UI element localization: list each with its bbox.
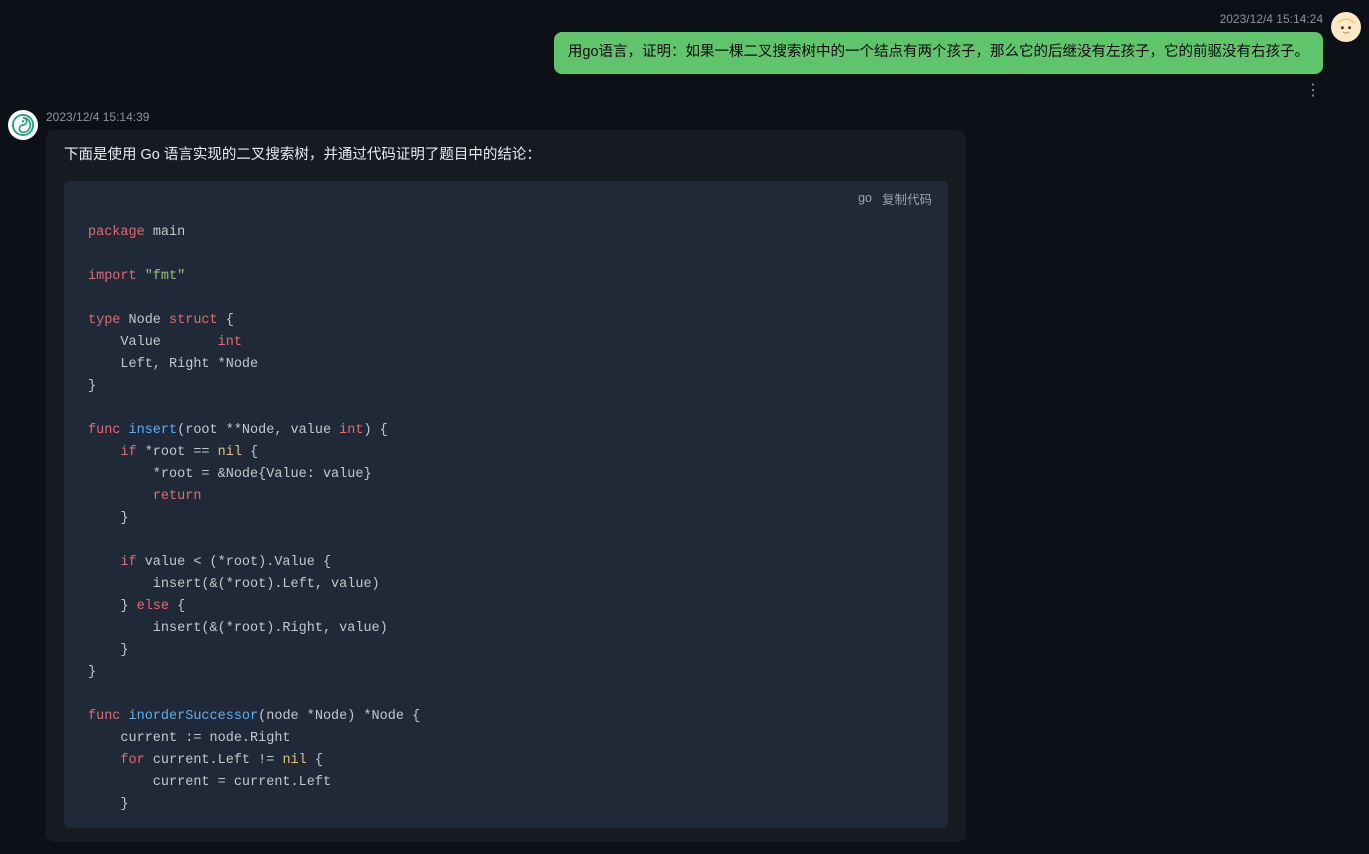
copy-code-button[interactable]: 复制代码	[882, 189, 932, 208]
user-timestamp: 2023/12/4 15:14:24	[1220, 12, 1323, 26]
code-token: return	[153, 489, 202, 504]
message-actions-row: ⋮	[0, 74, 1369, 106]
assistant-message-bubble: 下面是使用 Go 语言实现的二叉搜索树，并通过代码证明了题目中的结论： go 复…	[46, 130, 966, 842]
more-vertical-icon[interactable]: ⋮	[1305, 80, 1321, 100]
code-token: package	[88, 225, 145, 240]
ai-logo-icon	[12, 114, 34, 136]
code-token: }	[88, 599, 137, 614]
boy-face-icon	[1333, 14, 1359, 40]
assistant-avatar[interactable]	[8, 110, 38, 140]
code-token: Value	[88, 335, 218, 350]
assistant-message-column: 2023/12/4 15:14:39 下面是使用 Go 语言实现的二叉搜索树，并…	[46, 110, 1361, 842]
code-token: import	[88, 269, 137, 284]
code-token: ) {	[363, 423, 387, 438]
user-avatar[interactable]	[1331, 12, 1361, 42]
code-token: }	[88, 665, 96, 680]
code-token: value < (*root).Value {	[137, 555, 331, 570]
code-language-label: go	[858, 191, 872, 205]
code-token: current := node.Right	[88, 731, 291, 746]
code-token: insert	[120, 423, 177, 438]
code-token: (node *Node) *Node {	[258, 709, 420, 724]
chat-container: 2023/12/4 15:14:24 用go语言，证明：如果一棵二叉搜索树中的一…	[0, 0, 1369, 854]
code-token: int	[218, 335, 242, 350]
code-token: if	[88, 555, 137, 570]
code-block: go 复制代码 package main import "fmt" type N…	[64, 181, 948, 828]
code-token: current = current.Left	[88, 775, 331, 790]
code-token: {	[307, 753, 323, 768]
user-message-row: 2023/12/4 15:14:24 用go语言，证明：如果一棵二叉搜索树中的一…	[0, 8, 1369, 74]
user-message-bubble: 用go语言，证明：如果一棵二叉搜索树中的一个结点有两个孩子，那么它的后继没有左孩…	[554, 32, 1323, 74]
assistant-intro-text: 下面是使用 Go 语言实现的二叉搜索树，并通过代码证明了题目中的结论：	[64, 144, 948, 167]
code-token: else	[137, 599, 169, 614]
code-token: *root ==	[137, 445, 218, 460]
code-token: func	[88, 423, 120, 438]
code-token: }	[88, 511, 129, 526]
code-token: "fmt"	[137, 269, 186, 284]
code-token: struct	[169, 313, 218, 328]
code-token: func	[88, 709, 120, 724]
code-token: if	[88, 445, 137, 460]
code-body[interactable]: package main import "fmt" type Node stru…	[64, 216, 948, 828]
code-token: }	[88, 379, 96, 394]
code-token	[88, 489, 153, 504]
assistant-timestamp: 2023/12/4 15:14:39	[46, 110, 149, 124]
code-token: int	[339, 423, 363, 438]
code-token: Node	[120, 313, 169, 328]
code-token: {	[242, 445, 258, 460]
code-header: go 复制代码	[64, 181, 948, 216]
code-token: Left, Right *Node	[88, 357, 258, 372]
code-token: type	[88, 313, 120, 328]
code-token: nil	[282, 753, 306, 768]
code-token: {	[169, 599, 185, 614]
code-token: nil	[218, 445, 242, 460]
code-token: {	[218, 313, 234, 328]
code-token: }	[88, 797, 129, 812]
code-token: insert(&(*root).Left, value)	[88, 577, 380, 592]
code-token: *root = &Node{Value: value}	[88, 467, 372, 482]
user-message-column: 2023/12/4 15:14:24 用go语言，证明：如果一棵二叉搜索树中的一…	[554, 12, 1323, 74]
code-token: (root **Node, value	[177, 423, 339, 438]
code-token: inorderSuccessor	[120, 709, 258, 724]
code-token: main	[145, 225, 186, 240]
code-token: insert(&(*root).Right, value)	[88, 621, 388, 636]
code-token: }	[88, 643, 129, 658]
code-token: for	[88, 753, 145, 768]
code-token: current.Left !=	[145, 753, 283, 768]
assistant-message-row: 2023/12/4 15:14:39 下面是使用 Go 语言实现的二叉搜索树，并…	[0, 106, 1369, 846]
